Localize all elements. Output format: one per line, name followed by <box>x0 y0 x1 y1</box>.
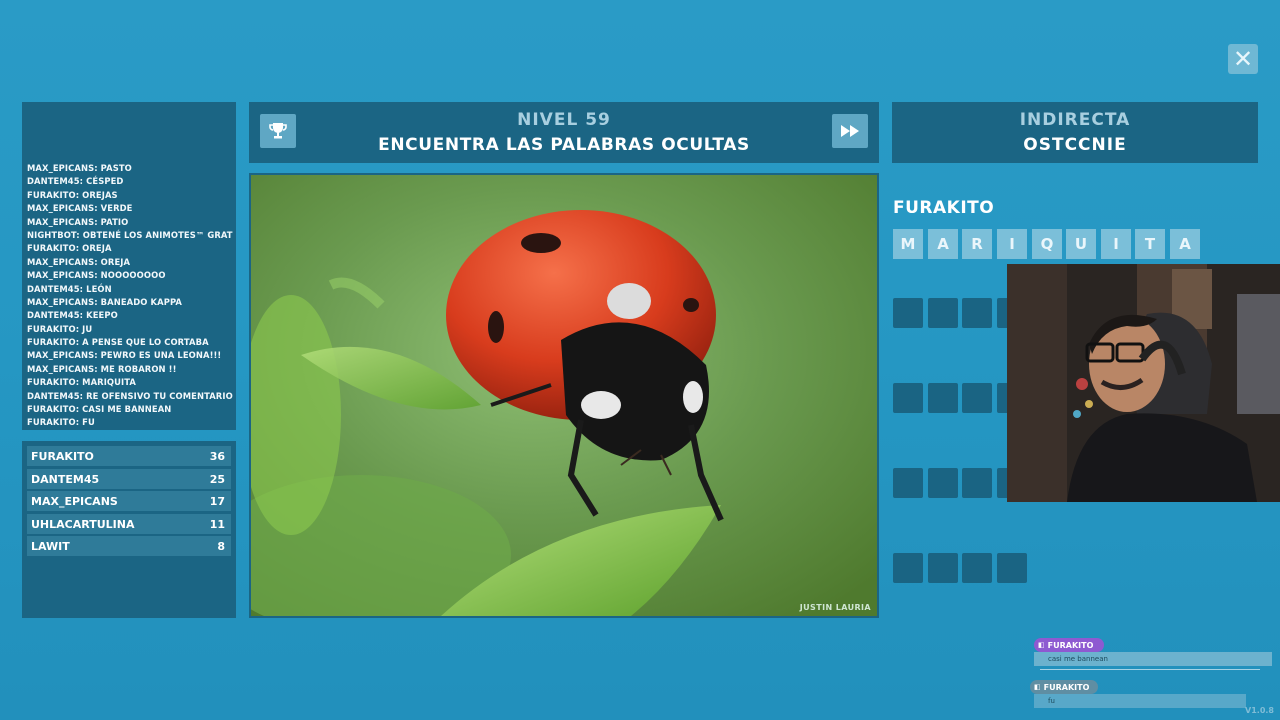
chat-notification-message: casi me bannean <box>1034 652 1272 666</box>
chat-message: MAX_EPICANS: VERDE <box>27 203 133 214</box>
level-number: NIVEL 59 <box>517 110 611 130</box>
chat-message: FURAKITO: MARIQUITA <box>27 377 137 388</box>
player-score: 36 <box>209 449 225 463</box>
notification-text: casi me bannean <box>1048 655 1108 663</box>
chat-message: MAX_EPICANS: PEWRO ES UNA LEONA!!! <box>27 350 222 361</box>
letter-tile: I <box>997 229 1027 259</box>
empty-letter-slot <box>893 298 923 328</box>
empty-letter-slot <box>893 383 923 413</box>
notification-username: FURAKITO <box>1047 640 1094 650</box>
letter-tile: R <box>962 229 992 259</box>
chat-message: MAX_EPICANS: ME ROBARON !! <box>27 363 177 374</box>
chat-message: DANTEM45: CÉSPED <box>27 176 124 187</box>
photo-credit: JUSTIN LAURIA <box>799 603 871 612</box>
chat-notification-user: ◧ FURAKITO <box>1030 680 1098 694</box>
streamer-webcam <box>1007 264 1280 502</box>
chat-notification-user: ◧ FURAKITO <box>1034 638 1104 652</box>
solver-name: FURAKITO <box>893 198 995 218</box>
player-score: 11 <box>209 517 225 531</box>
close-button[interactable]: ✕ <box>1228 44 1258 74</box>
letter-tile: T <box>1135 229 1165 259</box>
leaderboard-row: FURAKITO 36 <box>27 446 231 466</box>
empty-letter-slot <box>962 553 992 583</box>
empty-letter-slot <box>962 468 992 498</box>
chat-message: DANTEM45: RE OFENSIVO TU COMENTARIO <box>27 390 233 401</box>
empty-letter-slot <box>893 553 923 583</box>
leaderboard-row: UHLACARTULINA 11 <box>27 514 231 534</box>
empty-letter-slot <box>928 383 958 413</box>
fast-forward-icon <box>841 125 859 137</box>
chat-message: MAX_EPICANS: OREJA <box>27 256 131 267</box>
chat-message: MAX_EPICANS: PASTO <box>27 163 132 173</box>
close-icon: ✕ <box>1232 45 1254 73</box>
leaderboard-row: DANTEM45 25 <box>27 469 231 489</box>
chat-message-list: MAX_EPICANS: PASTO DANTEM45: CÉSPED FURA… <box>27 162 233 430</box>
chat-message: FURAKITO: JU <box>27 323 93 334</box>
chat-message: FURAKITO: OREJA <box>27 243 112 254</box>
chat-message: FURAKITO: A PENSE QUE LO CORTABA <box>27 337 209 348</box>
hint-word: OSTCCNIE <box>1023 135 1127 155</box>
level-instruction: ENCUENTRA LAS PALABRAS OCULTAS <box>378 135 750 155</box>
ladybug-photo <box>251 175 877 616</box>
level-header: NIVEL 59 ENCUENTRA LAS PALABRAS OCULTAS <box>249 102 879 163</box>
player-score: 25 <box>209 472 225 486</box>
player-name: FURAKITO <box>31 449 94 463</box>
empty-letter-slot <box>893 468 923 498</box>
letter-tile: Q <box>1032 229 1062 259</box>
letter-tile: A <box>928 229 958 259</box>
puzzle-image: JUSTIN LAURIA <box>249 173 879 618</box>
badge-icon: ◧ <box>1034 683 1041 691</box>
leaderboard-row: LAWIT 8 <box>27 536 231 556</box>
player-score: 17 <box>209 494 225 508</box>
letter-tile: I <box>1101 229 1131 259</box>
letter-tile: A <box>1170 229 1200 259</box>
player-name: UHLACARTULINA <box>31 517 135 531</box>
leaderboard-row: MAX_EPICANS 17 <box>27 491 231 511</box>
chat-message: FURAKITO: CASI ME BANNEAN <box>27 404 172 415</box>
letter-tile: U <box>1066 229 1096 259</box>
empty-letter-slot <box>928 553 958 583</box>
chat-message: FURAKITO: OREJAS <box>27 189 118 200</box>
player-score: 8 <box>217 539 225 553</box>
notification-divider <box>1040 669 1260 670</box>
player-name: LAWIT <box>31 539 70 553</box>
leaderboard-panel: FURAKITO 36 DANTEM45 25 MAX_EPICANS 17 U… <box>22 441 236 618</box>
empty-letter-slot <box>962 298 992 328</box>
skip-button[interactable] <box>832 114 868 148</box>
empty-letter-slot <box>928 298 958 328</box>
empty-letter-slot <box>962 383 992 413</box>
chat-message: FURAKITO: FU <box>27 417 95 428</box>
player-name: DANTEM45 <box>31 472 100 486</box>
chat-message: MAX_EPICANS: NOOOOOOOO <box>27 270 166 281</box>
badge-icon: ◧ <box>1038 641 1045 649</box>
player-name: MAX_EPICANS <box>31 494 118 508</box>
notification-text: fu <box>1048 697 1055 705</box>
chat-panel: MAX_EPICANS: PASTO DANTEM45: CÉSPED FURA… <box>22 102 236 430</box>
letter-tile: M <box>893 229 923 259</box>
chat-message: DANTEM45: KEEPO <box>27 310 118 321</box>
hint-panel: INDIRECTA OSTCCNIE <box>892 102 1258 163</box>
empty-letter-slot <box>928 468 958 498</box>
version-label: V1.0.8 <box>1245 706 1274 715</box>
chat-message: NIGHTBOT: OBTENÉ LOS ANIMOTES™ GRATIS <box>27 229 233 240</box>
chat-message: DANTEM45: LEÓN <box>27 283 112 294</box>
chat-message: MAX_EPICANS: PATIO <box>27 216 129 227</box>
chat-notification-message: fu <box>1034 694 1246 708</box>
empty-letter-slot <box>997 553 1027 583</box>
chat-message: MAX_EPICANS: BANEADO KAPPA <box>27 296 182 307</box>
hint-label: INDIRECTA <box>1019 110 1131 130</box>
webcam-overlay <box>1007 264 1280 502</box>
notification-username: FURAKITO <box>1043 682 1090 692</box>
